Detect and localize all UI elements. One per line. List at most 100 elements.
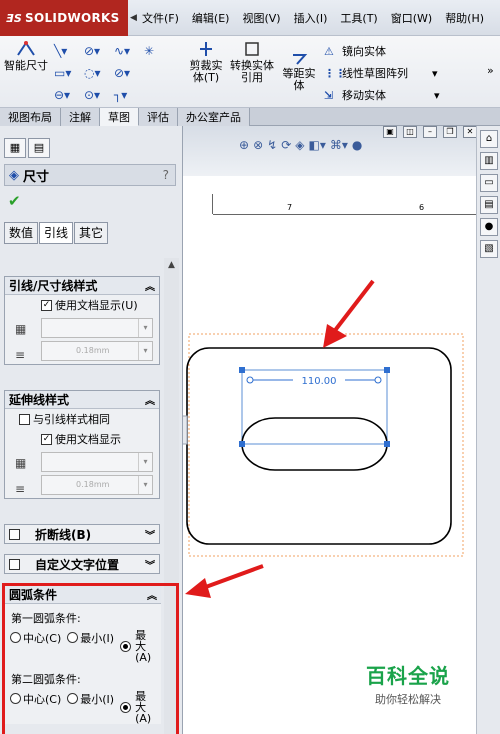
line-icon[interactable]: ╲▾ [54,44,84,58]
rectangle-icon[interactable]: ▭▾ [54,66,84,80]
menu-bar: ƎS SOLIDWORKS ◀ 文件(F) 编辑(E) 视图(V) 插入(I) 工… [0,0,500,36]
menu-window[interactable]: 窗口(W) [391,10,432,26]
leader-line-style-select[interactable]: ▾ [41,318,153,338]
menu-file[interactable]: 文件(F) [142,10,179,26]
tab-leaders[interactable]: 引线 [39,222,74,244]
menu-tools[interactable]: 工具(T) [340,10,377,26]
first-arc-options: 中心(C) 最小(I) 最大 (A) [5,630,161,663]
tab-view-layout[interactable]: 视图布局 [0,108,61,126]
text-icon[interactable]: ┐▾ [114,88,144,102]
expand-commands-icon[interactable]: » [487,64,494,77]
move-icon: ⇲ [324,88,334,102]
tab-other[interactable]: 其它 [74,222,109,244]
linear-pattern-button[interactable]: ⋮⋮ 线性草图阵列 ▾ [324,62,440,84]
slot-icon[interactable]: ⊖▾ [54,88,84,102]
property-manager-tab-icon[interactable]: ▤ [28,138,50,158]
custom-text-position-row[interactable]: 自定义文字位置 ︾ [4,554,160,574]
command-manager: 智能尺寸 ╲▾ ⊘▾ ∿▾ ✳ ▭▾ ◌▾ ⊘▾ ⊖▾ ⊙▾ ┐▾ 剪裁实体(T) 转换实体引… [0,36,500,108]
dropdown-arrow-icon[interactable]: ▾ [432,67,438,80]
command-tabs: 视图布局 注解 草图 评估 办公室产品 [0,108,500,126]
sketch-tools-grid: ╲▾ ⊘▾ ∿▾ ✳ ▭▾ ◌▾ ⊘▾ ⊖▾ ⊙▾ ┐▾ [54,40,184,106]
chevron-down-icon: ▾ [138,319,152,337]
dimension-value[interactable]: 110.00 [302,376,337,387]
dimension-endpoint[interactable] [246,376,254,384]
custom-properties-icon[interactable]: ▧ [480,240,498,258]
arc-condition-header[interactable]: 圆弧条件 ︽ [5,586,161,604]
solidworks-logo[interactable]: ƎS SOLIDWORKS [0,0,128,36]
view-palette-icon[interactable]: ▤ [480,196,498,214]
grip-handle[interactable] [384,441,390,447]
leader-style-header[interactable]: 引线/尺寸线样式 ︽ [5,277,159,295]
point-icon[interactable]: ✳ [144,44,174,58]
leader-style-group: 引线/尺寸线样式 ︽ ✓ 使用文档显示(U) ▦ ▾ ≡ 0.18mm ▾ [4,276,160,365]
menu-view[interactable]: 视图(V) [242,10,280,26]
extension-thickness-select[interactable]: 0.18mm ▾ [41,475,153,495]
grip-handle[interactable] [384,367,390,373]
design-library-icon[interactable]: ▥ [480,152,498,170]
mirror-entities-button[interactable]: ⚠ 镜向实体 [324,40,440,62]
first-arc-min-radio[interactable]: 最小(I) [67,630,114,646]
leader-thickness-select[interactable]: 0.18mm ▾ [41,341,153,361]
appearances-icon[interactable]: ● [480,218,498,236]
dimension-endpoint[interactable] [374,376,382,384]
move-entities-button[interactable]: ⇲ 移动实体 ▾ [324,84,440,106]
second-arc-min-radio[interactable]: 最小(I) [67,691,114,707]
extension-use-doc-checkbox[interactable]: ✓ 使用文档显示 [5,429,159,449]
dropdown-arrow-icon[interactable]: ▾ [434,89,440,102]
extension-line-style-select[interactable]: ▾ [41,452,153,472]
line-style-icon: ▦ [15,456,27,470]
convert-entities-button[interactable]: 转换实体引用 [230,40,274,84]
chevron-down-icon: ▾ [138,342,152,360]
scroll-up-icon[interactable]: ▲ [164,260,179,270]
expand-icon: ︾ [145,530,155,542]
line-thickness-icon: ≡ [15,348,26,362]
tab-value[interactable]: 数值 [4,222,39,244]
broken-leader-row[interactable]: 折断线(B) ︾ [4,524,160,544]
grip-handle[interactable] [239,367,245,373]
spline-icon[interactable]: ∿▾ [114,44,144,58]
feature-tree-tab-icon[interactable]: ▦ [4,138,26,158]
expand-icon: ︾ [145,560,155,572]
checkbox-unchecked-icon [19,413,30,425]
linear-pattern-icon: ⋮⋮ [324,66,346,80]
ok-check-icon[interactable]: ✔ [8,192,21,210]
convert-icon [245,42,259,56]
checkbox-unchecked-icon [9,528,20,540]
menu-expand-icon[interactable]: ◀ [130,13,137,23]
panel-collapse-handle[interactable] [183,415,188,445]
grip-handle[interactable] [239,441,245,447]
mirror-icon: ⚠ [324,44,334,58]
ellipse-icon[interactable]: ⊘▾ [114,66,144,80]
second-arc-max-radio[interactable]: 最大 (A) [120,691,151,724]
trim-entities-button[interactable]: 剪裁实体(T) [186,40,226,84]
second-arc-center-radio[interactable]: 中心(C) [10,691,61,707]
polygon-icon[interactable]: ◌▾ [84,66,114,80]
file-explorer-icon[interactable]: ▭ [480,174,498,192]
tab-evaluate[interactable]: 评估 [139,108,178,126]
graphics-area[interactable]: ▣ ◫ – ❐ ✕ ⊕ ⊗ ↯ ⟳ ◈ ◧▾ ⌘▾ ● 7 6 110.00 [183,126,477,734]
collapse-icon: ︽ [145,396,155,407]
red-arrow-icon [331,279,375,335]
collapse-icon: ︽ [147,591,157,602]
red-arrowhead-icon [185,578,211,598]
tab-sketch[interactable]: 草图 [100,108,139,126]
menu-edit[interactable]: 编辑(E) [192,10,230,26]
help-icon[interactable]: ? [163,168,169,182]
menu-insert[interactable]: 插入(I) [294,10,328,26]
tab-office-products[interactable]: 办公室产品 [178,108,250,126]
menu-help[interactable]: 帮助(H) [445,10,484,26]
offset-entities-button[interactable]: 等距实体 [278,52,320,92]
first-arc-center-radio[interactable]: 中心(C) [10,630,61,646]
first-arc-max-radio[interactable]: 最大 (A) [120,630,151,663]
tab-annotation[interactable]: 注解 [61,108,100,126]
extension-line-header[interactable]: 延伸线样式 ︽ [5,391,159,409]
smart-dimension-button[interactable]: 智能尺寸 [4,40,48,72]
fillet-icon[interactable]: ⊙▾ [84,88,114,102]
trim-icon [200,42,212,56]
arc-condition-group: 圆弧条件 ︽ 第一圆弧条件: 中心(C) 最小(I) 最大 (A) 第二圆弧条件: … [5,586,161,724]
leader-use-doc-checkbox[interactable]: ✓ 使用文档显示(U) [5,295,159,315]
home-icon[interactable]: ⌂ [480,130,498,148]
same-as-leader-checkbox[interactable]: 与引线样式相同 [5,409,159,429]
circle-icon[interactable]: ⊘▾ [84,44,114,58]
arc-condition-highlight: 圆弧条件 ︽ 第一圆弧条件: 中心(C) 最小(I) 最大 (A) 第二圆弧条件: … [2,583,179,734]
